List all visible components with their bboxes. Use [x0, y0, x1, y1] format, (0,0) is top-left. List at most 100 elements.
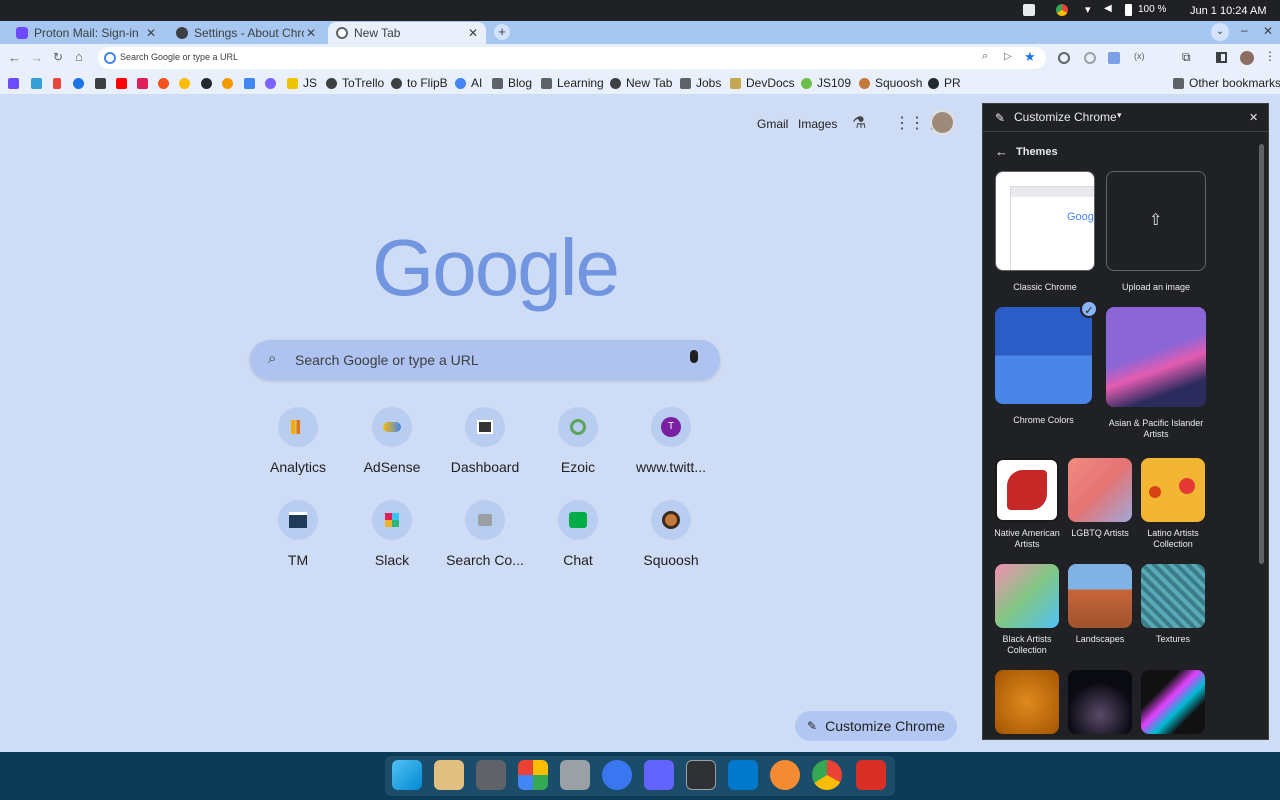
bookmark-icon[interactable]	[244, 76, 255, 90]
tab-proton-mail[interactable]: Proton Mail: Sign-in ✕	[8, 22, 164, 44]
bookmark-pr[interactable]: PR	[928, 76, 961, 90]
settings-app-icon[interactable]	[476, 760, 506, 790]
theme-texture-orange[interactable]	[995, 670, 1059, 734]
shortcut-squoosh[interactable]: Squoosh	[624, 500, 718, 568]
vscode-app-icon[interactable]	[728, 760, 758, 790]
bookmark-learning[interactable]: Learning	[541, 76, 604, 90]
extension-icon[interactable]	[1108, 52, 1120, 64]
shortcut-twitter[interactable]: Twww.twitt...	[624, 407, 718, 475]
profile-avatar[interactable]	[1240, 51, 1254, 65]
bookmark-icon[interactable]	[179, 76, 190, 90]
close-tab-icon[interactable]: ✕	[306, 26, 316, 40]
theme-chrome-colors[interactable]	[995, 307, 1092, 404]
microphone-icon[interactable]	[690, 350, 698, 363]
puzzle-extensions-icon[interactable]: ⧉	[1182, 50, 1191, 65]
theme-black-artists[interactable]	[995, 564, 1059, 628]
bookmark-to-flipb[interactable]: to FlipB	[391, 76, 448, 90]
shortcut-analytics[interactable]: Analytics	[251, 407, 345, 475]
bookmark-youtube-icon[interactable]	[116, 76, 127, 90]
bookmark-icon[interactable]	[53, 76, 61, 90]
forward-icon[interactable]: →	[30, 50, 43, 65]
reload-icon[interactable]: ↻	[53, 50, 63, 64]
shortcut-search-console[interactable]: Search Co...	[438, 500, 532, 568]
theme-abstract[interactable]	[1141, 670, 1205, 734]
folder-app-icon[interactable]	[560, 760, 590, 790]
account-avatar[interactable]	[930, 110, 955, 135]
gmail-link[interactable]: Gmail	[757, 117, 788, 131]
shortcut-ezoic[interactable]: Ezoic	[531, 407, 625, 475]
theme-native-american[interactable]	[995, 458, 1059, 522]
bookmark-totrello[interactable]: ToTrello	[326, 76, 384, 90]
close-tab-icon[interactable]: ✕	[468, 26, 478, 40]
close-tab-icon[interactable]: ✕	[146, 26, 156, 40]
screen-share-icon[interactable]	[1023, 4, 1035, 16]
zoom-icon[interactable]: ⌕	[982, 50, 988, 63]
theme-upload-image[interactable]: ⇧	[1106, 171, 1206, 271]
tab-new-tab[interactable]: New Tab ✕	[328, 22, 486, 44]
mastodon-app-icon[interactable]	[644, 760, 674, 790]
panel-title[interactable]: Customize Chrome	[1014, 110, 1117, 124]
extension-icon[interactable]	[1058, 52, 1070, 64]
files-app-icon[interactable]	[434, 760, 464, 790]
images-link[interactable]: Images	[798, 117, 837, 131]
other-bookmarks[interactable]: Other bookmarks	[1173, 76, 1280, 90]
volume-icon[interactable]: ◀	[1104, 3, 1116, 15]
shortcut-dashboard[interactable]: Dashboard	[438, 407, 532, 475]
bookmark-jobs[interactable]: Jobs	[680, 76, 721, 90]
theme-textures[interactable]	[1141, 564, 1205, 628]
squoosh-app-icon[interactable]	[770, 760, 800, 790]
bookmark-icon[interactable]	[158, 76, 169, 90]
theme-latino[interactable]	[1141, 458, 1205, 522]
theme-classic-chrome[interactable]: Goog	[995, 171, 1095, 271]
bookmark-star-icon[interactable]: ★	[1024, 49, 1036, 65]
menu-icon[interactable]: ⋮	[1264, 49, 1276, 63]
bookmark-devdocs[interactable]: DevDocs	[730, 76, 795, 90]
time[interactable]: 10:24 AM	[1220, 5, 1266, 17]
bookmark-squoosh[interactable]: Squoosh	[859, 76, 922, 90]
bookmark-icon[interactable]	[222, 76, 233, 90]
bookmark-blog[interactable]: Blog	[492, 76, 532, 90]
theme-space[interactable]	[1068, 670, 1132, 734]
shortcut-slack[interactable]: Slack	[345, 500, 439, 568]
send-to-device-icon[interactable]: ▷	[1004, 51, 1012, 62]
grid-app-icon[interactable]	[518, 760, 548, 790]
shortcut-chat[interactable]: Chat	[531, 500, 625, 568]
tab-search-button[interactable]: ⌄	[1211, 23, 1229, 41]
omnibox-text[interactable]: Search Google or type a URL	[120, 52, 238, 62]
side-panel-icon[interactable]	[1216, 52, 1227, 63]
bookmark-flask-icon[interactable]	[95, 76, 106, 90]
date[interactable]: Jun 1	[1190, 5, 1217, 17]
close-window-icon[interactable]: ✕	[1263, 24, 1273, 38]
bookmark-icon[interactable]	[31, 76, 42, 90]
dropdown-arrow-icon[interactable]: ▾	[1117, 110, 1122, 121]
tab-settings[interactable]: Settings - About Chrom ✕	[168, 22, 324, 44]
battery-icon[interactable]	[1125, 4, 1132, 16]
bookmark-new-tab[interactable]: New Tab	[610, 76, 672, 90]
new-tab-button[interactable]: +	[494, 24, 510, 40]
bookmark-js109[interactable]: JS109	[801, 76, 851, 90]
chrome-status-icon[interactable]	[1056, 4, 1068, 16]
theme-asian-pacific[interactable]	[1106, 307, 1206, 407]
ntp-search-box[interactable]: ⌕ Search Google or type a URL	[250, 340, 720, 380]
extension-icon[interactable]	[1084, 52, 1096, 64]
back-icon[interactable]: ←	[8, 50, 21, 65]
customize-chrome-button[interactable]: ✎ Customize Chrome	[795, 711, 957, 741]
bookmark-ai[interactable]: AI	[455, 76, 482, 90]
theme-landscapes[interactable]	[1068, 564, 1132, 628]
bookmark-github-icon[interactable]	[201, 76, 212, 90]
shortcut-tm[interactable]: TM	[251, 500, 345, 568]
terminal-app-icon[interactable]	[686, 760, 716, 790]
close-panel-icon[interactable]: ✕	[1249, 111, 1258, 124]
bookmark-icon[interactable]	[265, 76, 276, 90]
labs-flask-icon[interactable]: ⚗	[852, 113, 866, 133]
chrome-app-icon[interactable]	[812, 760, 842, 790]
back-arrow-icon[interactable]: ←	[995, 144, 1008, 159]
app-launcher-icon[interactable]	[392, 760, 422, 790]
omnibox[interactable]: Search Google or type a URL ⌕ ▷ ★	[98, 47, 1046, 69]
home-icon[interactable]: ⌂	[75, 49, 83, 64]
bookmark-proton-icon[interactable]	[8, 76, 19, 90]
bookmark-slack-icon[interactable]	[137, 76, 148, 90]
bookmark-js[interactable]: JS	[287, 76, 317, 90]
wifi-icon[interactable]: ▾	[1085, 3, 1097, 16]
signal-app-icon[interactable]	[602, 760, 632, 790]
